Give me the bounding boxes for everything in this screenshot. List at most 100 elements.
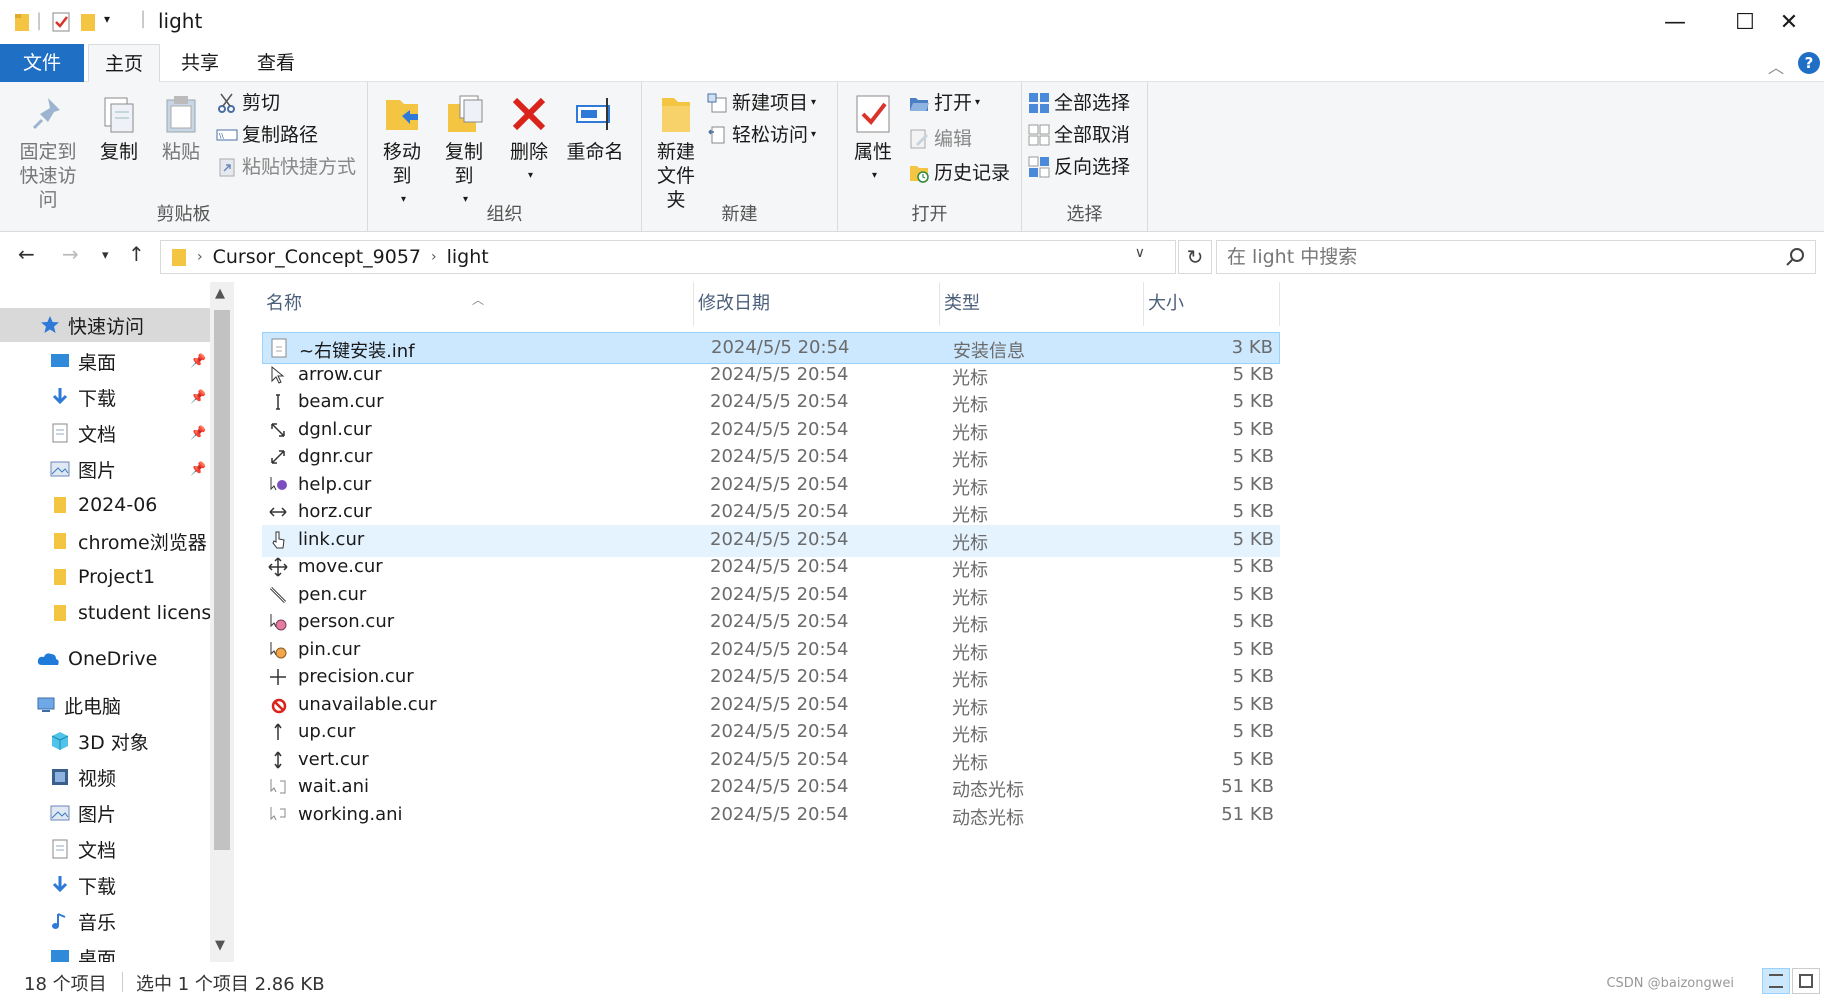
copy-icon <box>104 97 134 133</box>
forward-arrow-icon[interactable]: → <box>62 242 79 266</box>
edit-label: 编辑 <box>934 128 973 150</box>
rename-button[interactable]: 重命名 <box>564 92 626 164</box>
nav-item-documents[interactable]: 文档 📌 <box>0 416 212 450</box>
tab-view[interactable]: 查看 <box>240 44 312 82</box>
invert-selection-button[interactable]: 反向选择 <box>1028 152 1130 182</box>
scrollbar-thumb[interactable] <box>214 310 230 850</box>
download-icon <box>52 876 68 893</box>
recent-locations-chevron-icon[interactable]: ▾ <box>102 248 109 263</box>
column-header-type[interactable]: 类型 <box>940 282 1144 326</box>
large-icons-view-button[interactable] <box>1792 968 1820 994</box>
file-size: 5 KB <box>1232 391 1274 412</box>
cut-button[interactable]: 剪切 <box>216 88 280 118</box>
tab-file[interactable]: 文件 <box>0 44 84 82</box>
select-all-button[interactable]: 全部选择 <box>1028 88 1130 118</box>
nav-item-folder[interactable]: student license <box>0 596 212 630</box>
edit-button[interactable]: 编辑 <box>908 124 972 154</box>
copy-button[interactable]: 复制 <box>94 92 144 164</box>
new-item-dropdown-icon: ▾ <box>811 97 817 108</box>
properties-quick-icon[interactable] <box>52 12 70 32</box>
column-header-size[interactable]: 大小 <box>1144 282 1280 326</box>
details-view-button[interactable] <box>1762 968 1790 994</box>
column-header-name[interactable]: 名称 ︿ <box>262 282 694 326</box>
new-folder-button[interactable]: 新建文件夹 <box>648 92 704 212</box>
back-arrow-icon[interactable]: ← <box>18 242 35 266</box>
file-name: arrow.cur <box>298 363 382 385</box>
scroll-down-icon[interactable]: ▼ <box>215 938 225 953</box>
nav-item-folder[interactable]: chrome浏览器 <box>0 524 212 558</box>
computer-icon <box>37 697 55 712</box>
customize-quick-access-chevron-icon[interactable]: ▾ <box>104 12 110 26</box>
copy-to-button[interactable]: 复制到 ▾ <box>436 92 492 212</box>
nav-item-downloads[interactable]: 下载 📌 <box>0 380 212 414</box>
folder-icon <box>54 497 66 513</box>
nav-item-pictures[interactable]: 图片 <box>0 796 212 830</box>
working-animated-cursor-icon <box>270 806 286 820</box>
search-icon[interactable] <box>1785 247 1805 267</box>
file-name: dgnr.cur <box>298 446 373 467</box>
column-header-date[interactable]: 修改日期 <box>694 282 940 326</box>
file-row[interactable]: working.ani 2024/5/5 20:54 动态光标 51 KB <box>262 800 1280 832</box>
open-icon <box>910 98 929 111</box>
history-button[interactable]: 历史记录 <box>908 158 1010 188</box>
minimize-button[interactable]: — <box>1640 0 1710 44</box>
nav-onedrive[interactable]: OneDrive <box>0 642 212 676</box>
scroll-up-icon[interactable]: ▲ <box>215 286 225 301</box>
nav-item-desktop[interactable]: 桌面 <box>0 940 212 962</box>
svg-text:\\: \\ <box>219 132 224 140</box>
file-date: 2024/5/5 20:54 <box>710 776 849 797</box>
up-arrow-icon[interactable]: ↑ <box>128 242 145 266</box>
navigation-pane-scrollbar[interactable]: ▲ ▼ <box>210 282 234 962</box>
precision-cursor-icon <box>270 669 286 685</box>
nav-item-folder[interactable]: Project1 <box>0 560 212 594</box>
breadcrumb-chevron-icon[interactable]: › <box>431 249 437 265</box>
tab-home[interactable]: 主页 <box>88 44 160 83</box>
rename-icon <box>576 98 610 130</box>
collapse-ribbon-chevron-icon[interactable]: ︿ <box>1768 54 1784 78</box>
column-header-label: 大小 <box>1148 293 1184 314</box>
open-button[interactable]: 打开 ▾ <box>908 88 980 118</box>
nav-quick-access[interactable]: 快速访问 <box>0 308 210 342</box>
nav-item-folder[interactable]: 2024-06 <box>0 488 212 522</box>
address-bar[interactable]: › Cursor_Concept_9057 › light ∨ <box>160 240 1176 274</box>
file-size: 5 KB <box>1232 501 1274 522</box>
scissors-icon <box>218 93 235 113</box>
nav-item-3d-objects[interactable]: 3D 对象 <box>0 724 212 758</box>
close-button[interactable]: ✕ <box>1754 0 1824 44</box>
refresh-button[interactable]: ↻ <box>1178 240 1212 274</box>
properties-button[interactable]: 属性 ▾ <box>848 92 898 188</box>
breadcrumb-item[interactable]: Cursor_Concept_9057 <box>213 246 421 268</box>
desktop-icon <box>51 354 69 367</box>
file-type: 光标 <box>952 670 988 691</box>
help-cursor-icon <box>270 476 287 490</box>
address-history-chevron-icon[interactable]: ∨ <box>1135 245 1145 261</box>
nav-item-downloads[interactable]: 下载 <box>0 868 212 902</box>
easy-access-dropdown-icon: ▾ <box>811 129 817 140</box>
new-item-button[interactable]: 新建项目 ▾ <box>706 88 816 118</box>
delete-icon <box>512 97 546 131</box>
nav-item-pictures[interactable]: 图片 📌 <box>0 452 212 486</box>
nav-item-videos[interactable]: 视频 <box>0 760 212 794</box>
search-input[interactable]: 在 light 中搜索 <box>1216 240 1816 274</box>
cube-3d-icon <box>51 732 69 750</box>
vertical-cursor-icon <box>274 751 282 768</box>
tab-share[interactable]: 共享 <box>164 44 236 82</box>
pin-to-quick-access-button[interactable]: 固定到快速访问 <box>8 92 88 212</box>
nav-item-music[interactable]: 音乐 <box>0 904 212 938</box>
nav-item-documents[interactable]: 文档 <box>0 832 212 866</box>
nav-this-pc[interactable]: 此电脑 <box>0 688 212 722</box>
file-date: 2024/5/5 20:54 <box>710 721 849 742</box>
file-name: precision.cur <box>298 666 414 687</box>
move-to-button[interactable]: 移动到 ▾ <box>374 92 430 212</box>
help-icon[interactable]: ? <box>1798 52 1820 74</box>
paste-button[interactable]: 粘贴 <box>156 92 206 164</box>
copy-path-button[interactable]: \\ 复制路径 <box>216 120 318 150</box>
easy-access-button[interactable]: 轻松访问 ▾ <box>706 120 816 150</box>
delete-button[interactable]: 删除 ▾ <box>504 92 554 188</box>
breadcrumb-chevron-icon[interactable]: › <box>197 249 203 265</box>
nav-item-desktop[interactable]: 桌面 📌 <box>0 344 212 378</box>
new-folder-quick-icon[interactable] <box>80 12 96 32</box>
select-none-button[interactable]: 全部取消 <box>1028 120 1130 150</box>
breadcrumb-item[interactable]: light <box>447 246 489 268</box>
paste-shortcut-button[interactable]: 粘贴快捷方式 <box>216 152 356 182</box>
